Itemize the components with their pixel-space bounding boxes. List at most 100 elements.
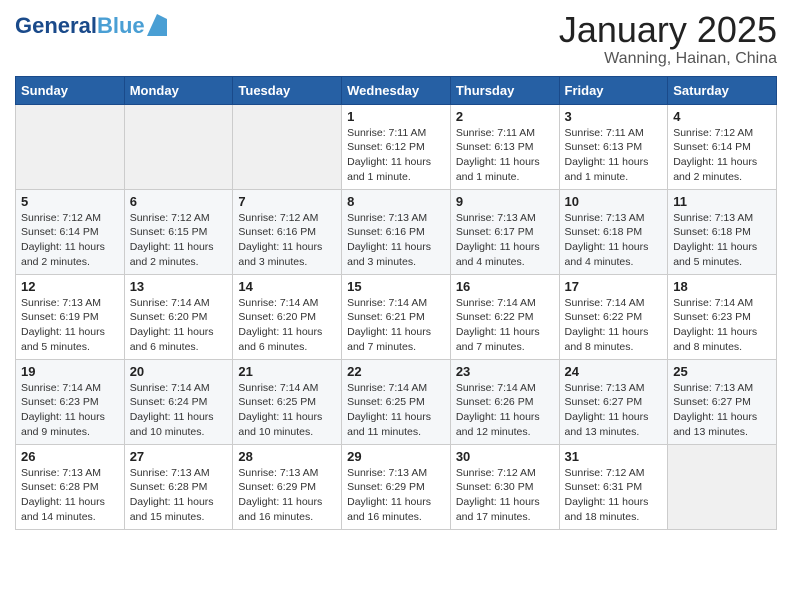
day-info: Sunrise: 7:13 AMSunset: 6:28 PMDaylight:… — [21, 466, 119, 525]
day-number: 2 — [456, 109, 554, 124]
calendar-cell: 2 Sunrise: 7:11 AMSunset: 6:13 PMDaylight… — [450, 104, 559, 189]
calendar-week-3: 12 Sunrise: 7:13 AMSunset: 6:19 PMDayligh… — [16, 274, 777, 359]
calendar-cell: 1 Sunrise: 7:11 AMSunset: 6:12 PMDaylight… — [342, 104, 451, 189]
day-info: Sunrise: 7:14 AMSunset: 6:20 PMDaylight:… — [238, 296, 336, 355]
calendar-cell: 5 Sunrise: 7:12 AMSunset: 6:14 PMDaylight… — [16, 189, 125, 274]
calendar-week-4: 19 Sunrise: 7:14 AMSunset: 6:23 PMDayligh… — [16, 359, 777, 444]
day-number: 21 — [238, 364, 336, 379]
day-info: Sunrise: 7:13 AMSunset: 6:29 PMDaylight:… — [347, 466, 445, 525]
calendar-cell: 29 Sunrise: 7:13 AMSunset: 6:29 PMDayligh… — [342, 444, 451, 529]
day-info: Sunrise: 7:14 AMSunset: 6:24 PMDaylight:… — [130, 381, 228, 440]
day-number: 28 — [238, 449, 336, 464]
month-title: January 2025 — [559, 10, 777, 50]
day-number: 26 — [21, 449, 119, 464]
calendar-cell: 26 Sunrise: 7:13 AMSunset: 6:28 PMDayligh… — [16, 444, 125, 529]
calendar-cell: 30Sunrise: 7:12 AMSunset: 6:30 PMDayligh… — [450, 444, 559, 529]
day-number: 5 — [21, 194, 119, 209]
weekday-saturday: Saturday — [668, 76, 777, 104]
day-number: 17 — [565, 279, 663, 294]
calendar-week-1: 1 Sunrise: 7:11 AMSunset: 6:12 PMDaylight… — [16, 104, 777, 189]
day-number: 13 — [130, 279, 228, 294]
day-number: 19 — [21, 364, 119, 379]
calendar-cell — [233, 104, 342, 189]
calendar-table: SundayMondayTuesdayWednesdayThursdayFrid… — [15, 76, 777, 530]
logo: GeneralBlue — [15, 15, 167, 37]
day-info: Sunrise: 7:11 AMSunset: 6:13 PMDaylight:… — [565, 126, 663, 185]
day-number: 20 — [130, 364, 228, 379]
calendar-cell: 24 Sunrise: 7:13 AMSunset: 6:27 PMDayligh… — [559, 359, 668, 444]
calendar-body: 1 Sunrise: 7:11 AMSunset: 6:12 PMDaylight… — [16, 104, 777, 529]
day-number: 6 — [130, 194, 228, 209]
day-info: Sunrise: 7:14 AMSunset: 6:21 PMDaylight:… — [347, 296, 445, 355]
calendar-cell: 10 Sunrise: 7:13 AMSunset: 6:18 PMDayligh… — [559, 189, 668, 274]
day-info: Sunrise: 7:14 AMSunset: 6:23 PMDaylight:… — [673, 296, 771, 355]
day-number: 10 — [565, 194, 663, 209]
weekday-thursday: Thursday — [450, 76, 559, 104]
day-info: Sunrise: 7:14 AMSunset: 6:23 PMDaylight:… — [21, 381, 119, 440]
calendar-cell: 21 Sunrise: 7:14 AMSunset: 6:25 PMDayligh… — [233, 359, 342, 444]
day-number: 9 — [456, 194, 554, 209]
day-number: 4 — [673, 109, 771, 124]
day-info: Sunrise: 7:13 AMSunset: 6:27 PMDaylight:… — [565, 381, 663, 440]
day-info: Sunrise: 7:13 AMSunset: 6:18 PMDaylight:… — [673, 211, 771, 270]
day-info: Sunrise: 7:14 AMSunset: 6:25 PMDaylight:… — [347, 381, 445, 440]
day-info: Sunrise: 7:12 AMSunset: 6:15 PMDaylight:… — [130, 211, 228, 270]
day-number: 16 — [456, 279, 554, 294]
calendar-cell: 28 Sunrise: 7:13 AMSunset: 6:29 PMDayligh… — [233, 444, 342, 529]
day-info: Sunrise: 7:14 AMSunset: 6:25 PMDaylight:… — [238, 381, 336, 440]
day-info: Sunrise: 7:13 AMSunset: 6:27 PMDaylight:… — [673, 381, 771, 440]
calendar-cell: 20 Sunrise: 7:14 AMSunset: 6:24 PMDayligh… — [124, 359, 233, 444]
day-number: 7 — [238, 194, 336, 209]
day-number: 1 — [347, 109, 445, 124]
calendar-cell: 12 Sunrise: 7:13 AMSunset: 6:19 PMDayligh… — [16, 274, 125, 359]
day-info: Sunrise: 7:13 AMSunset: 6:16 PMDaylight:… — [347, 211, 445, 270]
weekday-wednesday: Wednesday — [342, 76, 451, 104]
title-area: January 2025 Wanning, Hainan, China — [559, 10, 777, 68]
calendar-cell: 22Sunrise: 7:14 AMSunset: 6:25 PMDayligh… — [342, 359, 451, 444]
page-header: GeneralBlue January 2025 Wanning, Hainan… — [15, 10, 777, 68]
location: Wanning, Hainan, China — [559, 50, 777, 68]
day-info: Sunrise: 7:13 AMSunset: 6:18 PMDaylight:… — [565, 211, 663, 270]
calendar-cell: 11 Sunrise: 7:13 AMSunset: 6:18 PMDayligh… — [668, 189, 777, 274]
calendar-cell: 15 Sunrise: 7:14 AMSunset: 6:21 PMDayligh… — [342, 274, 451, 359]
day-number: 15 — [347, 279, 445, 294]
day-info: Sunrise: 7:13 AMSunset: 6:19 PMDaylight:… — [21, 296, 119, 355]
day-number: 31 — [565, 449, 663, 464]
calendar-cell: 4 Sunrise: 7:12 AMSunset: 6:14 PMDaylight… — [668, 104, 777, 189]
calendar-cell: 27 Sunrise: 7:13 AMSunset: 6:28 PMDayligh… — [124, 444, 233, 529]
weekday-monday: Monday — [124, 76, 233, 104]
calendar-cell — [668, 444, 777, 529]
weekday-friday: Friday — [559, 76, 668, 104]
calendar-cell: 3 Sunrise: 7:11 AMSunset: 6:13 PMDaylight… — [559, 104, 668, 189]
calendar-week-2: 5 Sunrise: 7:12 AMSunset: 6:14 PMDaylight… — [16, 189, 777, 274]
day-number: 30 — [456, 449, 554, 464]
day-info: Sunrise: 7:12 AMSunset: 6:14 PMDaylight:… — [673, 126, 771, 185]
day-number: 3 — [565, 109, 663, 124]
day-number: 24 — [565, 364, 663, 379]
calendar-cell: 25 Sunrise: 7:13 AMSunset: 6:27 PMDayligh… — [668, 359, 777, 444]
day-number: 23 — [456, 364, 554, 379]
day-info: Sunrise: 7:13 AMSunset: 6:29 PMDaylight:… — [238, 466, 336, 525]
day-info: Sunrise: 7:11 AMSunset: 6:13 PMDaylight:… — [456, 126, 554, 185]
calendar-week-5: 26 Sunrise: 7:13 AMSunset: 6:28 PMDayligh… — [16, 444, 777, 529]
day-number: 27 — [130, 449, 228, 464]
day-number: 12 — [21, 279, 119, 294]
calendar-cell: 16Sunrise: 7:14 AMSunset: 6:22 PMDayligh… — [450, 274, 559, 359]
weekday-sunday: Sunday — [16, 76, 125, 104]
calendar-cell: 6 Sunrise: 7:12 AMSunset: 6:15 PMDaylight… — [124, 189, 233, 274]
day-info: Sunrise: 7:11 AMSunset: 6:12 PMDaylight:… — [347, 126, 445, 185]
day-info: Sunrise: 7:13 AMSunset: 6:17 PMDaylight:… — [456, 211, 554, 270]
day-info: Sunrise: 7:12 AMSunset: 6:14 PMDaylight:… — [21, 211, 119, 270]
day-info: Sunrise: 7:13 AMSunset: 6:28 PMDaylight:… — [130, 466, 228, 525]
day-number: 29 — [347, 449, 445, 464]
calendar-cell: 19 Sunrise: 7:14 AMSunset: 6:23 PMDayligh… — [16, 359, 125, 444]
day-number: 14 — [238, 279, 336, 294]
day-info: Sunrise: 7:14 AMSunset: 6:20 PMDaylight:… — [130, 296, 228, 355]
day-number: 11 — [673, 194, 771, 209]
day-number: 25 — [673, 364, 771, 379]
calendar-cell — [124, 104, 233, 189]
day-info: Sunrise: 7:14 AMSunset: 6:22 PMDaylight:… — [565, 296, 663, 355]
logo-icon — [147, 14, 167, 36]
weekday-header-row: SundayMondayTuesdayWednesdayThursdayFrid… — [16, 76, 777, 104]
calendar-cell: 31Sunrise: 7:12 AMSunset: 6:31 PMDayligh… — [559, 444, 668, 529]
